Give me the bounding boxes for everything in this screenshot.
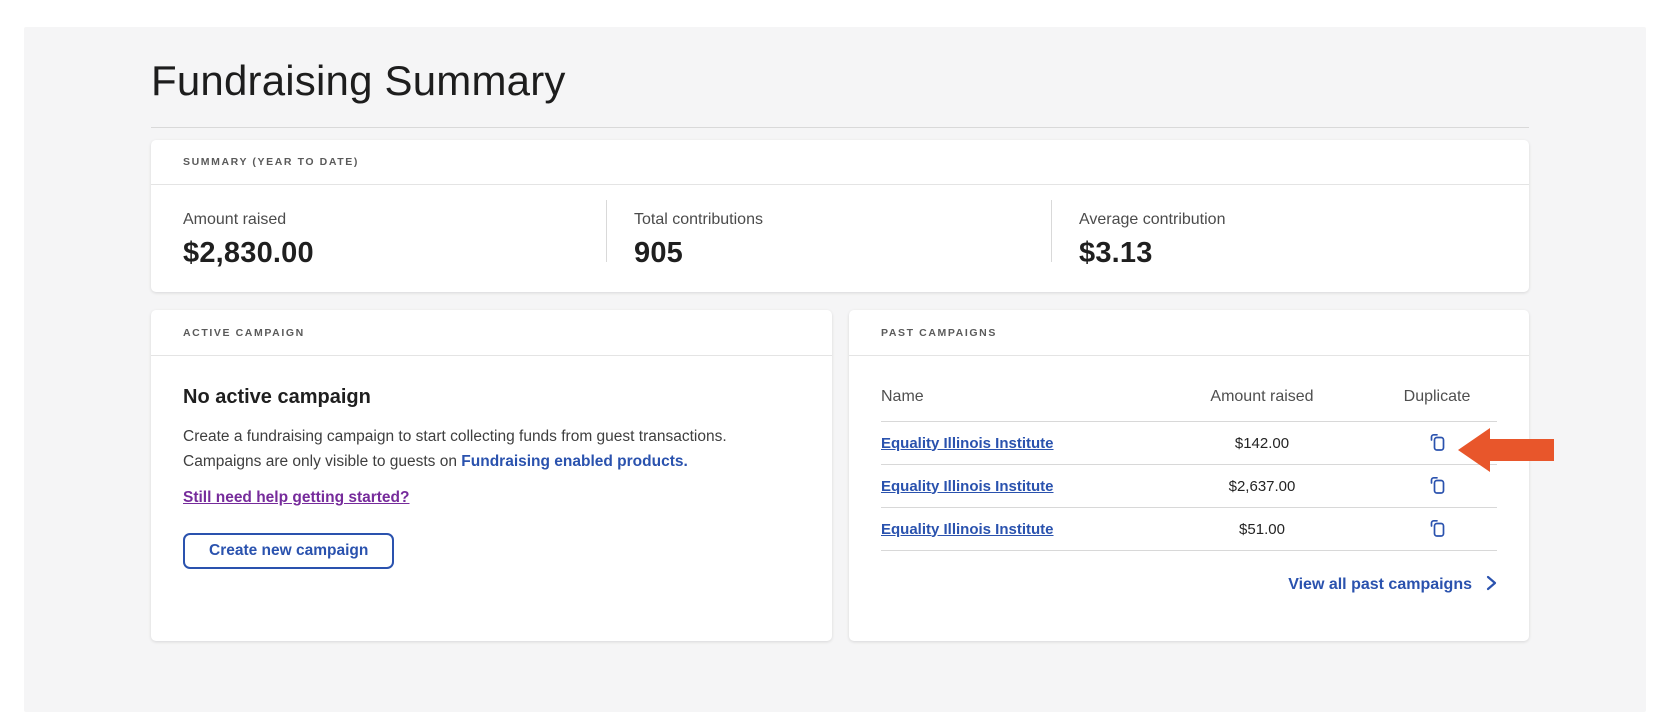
active-campaign-header-label: ACTIVE CAMPAIGN	[183, 327, 305, 339]
stat-label: Total contributions	[634, 211, 1051, 229]
fundraising-enabled-products-link[interactable]: Fundraising enabled products.	[461, 453, 688, 470]
page-title: Fundraising Summary	[151, 57, 566, 105]
column-header-duplicate: Duplicate	[1377, 388, 1497, 406]
summary-stats: Amount raised $2,830.00 Total contributi…	[151, 185, 1529, 291]
stat-label: Average contribution	[1079, 211, 1529, 229]
stat-amount-raised: Amount raised $2,830.00	[151, 185, 606, 291]
campaign-amount: $2,637.00	[1147, 478, 1377, 495]
column-header-amount-raised: Amount raised	[1147, 388, 1377, 406]
campaign-name-link[interactable]: Equality Illinois Institute	[881, 435, 1147, 452]
stat-label: Amount raised	[183, 211, 606, 229]
fundraising-summary-page: Fundraising Summary SUMMARY (YEAR TO DAT…	[0, 0, 1666, 726]
stat-average-contribution: Average contribution $3.13	[1051, 185, 1529, 291]
title-divider	[151, 127, 1529, 128]
duplicate-campaign-button[interactable]	[1422, 428, 1452, 459]
stat-value: $3.13	[1079, 237, 1529, 270]
past-campaigns-table: Name Amount raised Duplicate Equality Il…	[881, 356, 1497, 551]
campaign-amount: $51.00	[1147, 521, 1377, 538]
copy-icon	[1426, 430, 1448, 454]
no-active-campaign-title: No active campaign	[183, 386, 800, 409]
table-row: Equality Illinois Institute $2,637.00	[881, 465, 1497, 508]
active-campaign-body: No active campaign Create a fundraising …	[151, 356, 832, 569]
view-all-past-campaigns-link[interactable]: View all past campaigns	[1288, 576, 1472, 593]
past-campaigns-card-header: PAST CAMPAIGNS	[849, 310, 1529, 356]
create-new-campaign-button[interactable]: Create new campaign	[183, 533, 394, 569]
table-footer: View all past campaigns	[881, 575, 1497, 594]
active-campaign-description: Create a fundraising campaign to start c…	[183, 425, 797, 474]
summary-card: SUMMARY (YEAR TO DATE) Amount raised $2,…	[151, 140, 1529, 292]
copy-icon	[1426, 473, 1448, 497]
copy-icon	[1426, 516, 1448, 540]
table-row: Equality Illinois Institute $142.00	[881, 422, 1497, 465]
past-campaigns-header-label: PAST CAMPAIGNS	[881, 327, 997, 339]
summary-card-header: SUMMARY (YEAR TO DATE)	[151, 140, 1529, 185]
column-header-name: Name	[881, 388, 1147, 406]
active-campaign-card: ACTIVE CAMPAIGN No active campaign Creat…	[151, 310, 832, 641]
stat-value: 905	[634, 237, 1051, 270]
duplicate-campaign-button[interactable]	[1422, 514, 1452, 545]
past-campaigns-card: PAST CAMPAIGNS Name Amount raised Duplic…	[849, 310, 1529, 641]
chevron-right-icon	[1486, 575, 1497, 591]
stat-value: $2,830.00	[183, 237, 606, 270]
stat-total-contributions: Total contributions 905	[606, 185, 1051, 291]
duplicate-campaign-button[interactable]	[1422, 471, 1452, 502]
table-row: Equality Illinois Institute $51.00	[881, 508, 1497, 551]
help-getting-started-link[interactable]: Still need help getting started?	[183, 489, 410, 507]
active-campaign-card-header: ACTIVE CAMPAIGN	[151, 310, 832, 356]
campaign-name-link[interactable]: Equality Illinois Institute	[881, 521, 1147, 538]
campaign-name-link[interactable]: Equality Illinois Institute	[881, 478, 1147, 495]
table-header-row: Name Amount raised Duplicate	[881, 356, 1497, 422]
summary-card-header-label: SUMMARY (YEAR TO DATE)	[183, 156, 359, 168]
campaign-amount: $142.00	[1147, 435, 1377, 452]
